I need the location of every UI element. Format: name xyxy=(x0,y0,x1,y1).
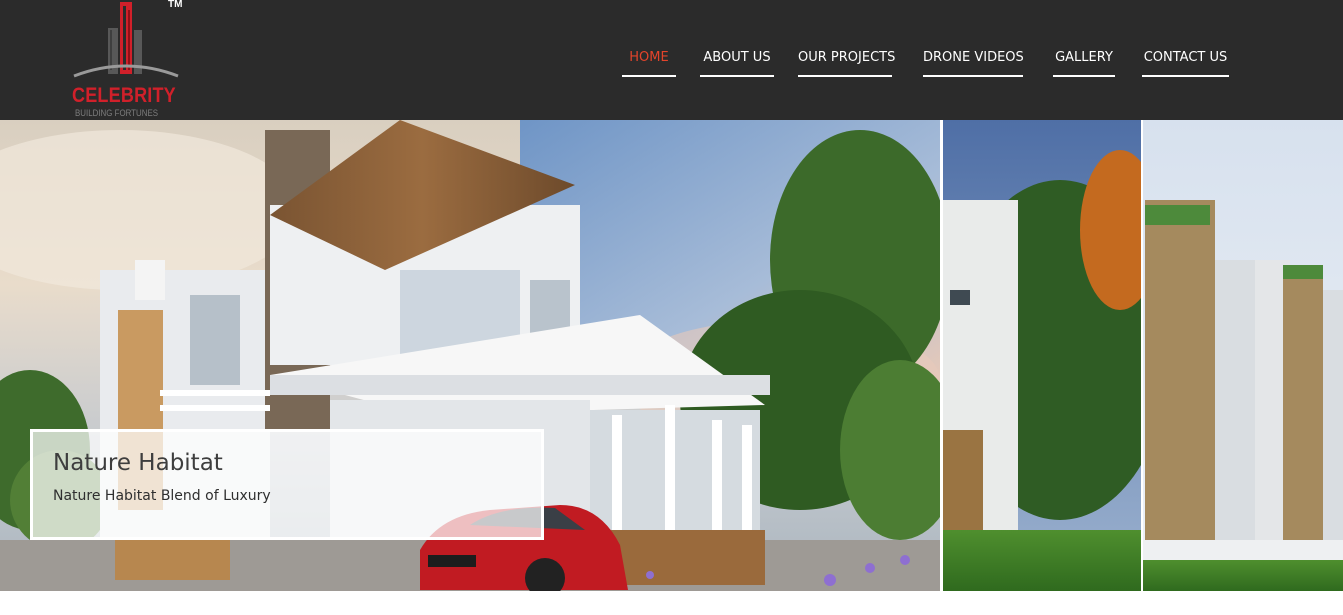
page-bottom-strip xyxy=(0,591,1343,615)
trademark-mark: TM xyxy=(168,0,183,10)
nav-home[interactable]: HOME xyxy=(622,48,676,77)
site-header: TM CELEBRITY BUILDING FORTUNES HOME ABOU… xyxy=(0,0,1343,120)
nav-our-projects[interactable]: OUR PROJECTS xyxy=(798,48,895,77)
hero-title: Nature Habitat xyxy=(53,450,223,476)
hero-caption-box: Nature Habitat Nature Habitat Blend of L… xyxy=(30,429,544,540)
hero-slider[interactable]: Nature Habitat Nature Habitat Blend of L… xyxy=(0,120,1343,591)
nav-about-us[interactable]: ABOUT US xyxy=(700,48,774,77)
nav-drone-videos[interactable]: DRONE VIDEOS xyxy=(923,48,1024,77)
brand-tagline: BUILDING FORTUNES xyxy=(75,108,159,118)
building-logo-icon xyxy=(73,2,179,78)
nav-contact-us[interactable]: CONTACT US xyxy=(1142,48,1229,77)
nav-gallery[interactable]: GALLERY xyxy=(1053,48,1115,77)
main-navigation: HOME ABOUT US OUR PROJECTS DRONE VIDEOS … xyxy=(622,48,1229,77)
celebrity-logo[interactable]: TM CELEBRITY BUILDING FORTUNES xyxy=(66,0,196,120)
hero-subtitle: Nature Habitat Blend of Luxury xyxy=(53,488,271,504)
brand-name: CELEBRITY xyxy=(72,84,176,107)
